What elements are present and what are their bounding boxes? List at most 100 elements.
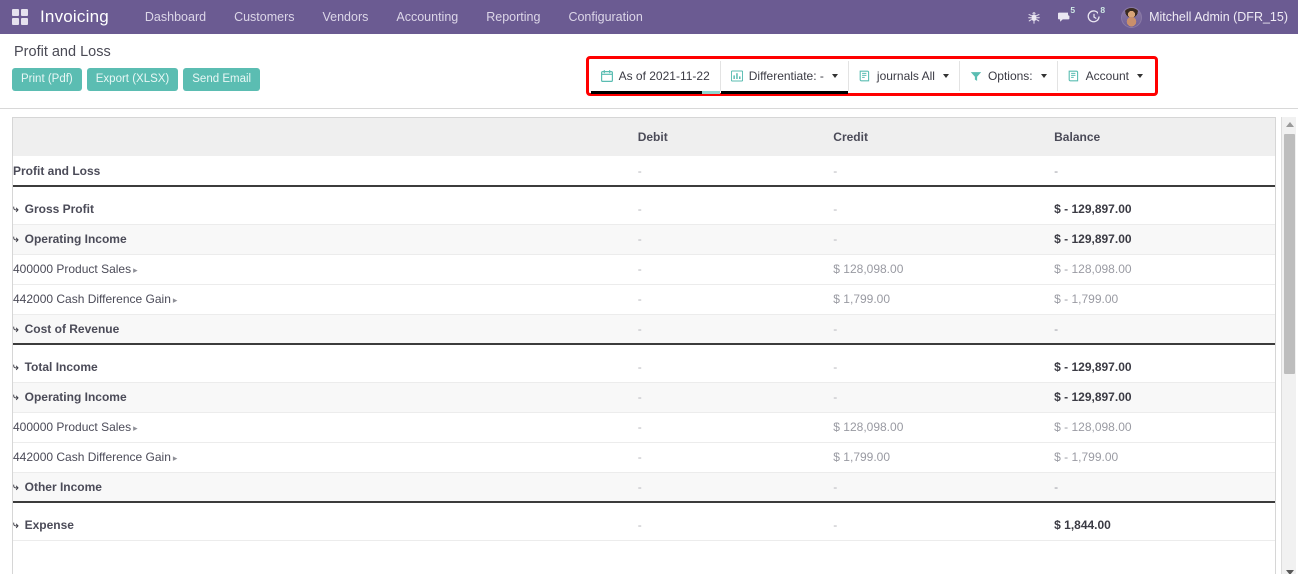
filter-account-label: Account (1086, 69, 1129, 83)
row-label-cell[interactable]: 400000 Product Sales▸ (13, 254, 638, 284)
clock-icon[interactable]: 8 (1079, 5, 1109, 29)
row-label: Gross Profit (25, 202, 94, 216)
row-label: Operating Income (25, 232, 127, 246)
table-row[interactable]: ⤷Gross Profit--$ - 129,897.00 (13, 194, 1275, 224)
balance-value: - (1054, 480, 1058, 494)
messages-icon[interactable]: 5 (1049, 5, 1079, 29)
row-label-cell[interactable]: 442000 Cash Difference Gain▸ (13, 284, 638, 314)
chevron-down-icon (943, 74, 949, 78)
scroll-down-arrow[interactable] (1282, 565, 1297, 574)
report-table-container: Debit Credit Balance Profit and Loss---⤷… (12, 117, 1276, 574)
table-row[interactable]: 400000 Product Sales▸-$ 128,098.00$ - 12… (13, 254, 1275, 284)
table-row[interactable]: Profit and Loss--- (13, 156, 1275, 186)
row-label-cell[interactable]: ⤷ Gross Profit (13, 194, 638, 224)
filter-funnel-icon (970, 71, 982, 82)
fold-toggle-icon[interactable]: ⤷ (13, 362, 19, 373)
credit-cell: $ 1,799.00 (833, 442, 1054, 472)
debit-cell: - (638, 382, 834, 412)
scroll-up-arrow[interactable] (1282, 117, 1297, 132)
table-row[interactable]: ⤷Operating Income--$ - 129,897.00 (13, 224, 1275, 254)
app-brand-invoicing[interactable]: Invoicing (40, 7, 109, 27)
account-expand-icon[interactable]: ▸ (173, 453, 178, 464)
account-expand-icon[interactable]: ▸ (133, 265, 138, 276)
fold-toggle-icon[interactable]: ⤷ (13, 392, 19, 403)
menu-item-reporting[interactable]: Reporting (472, 4, 554, 30)
table-row[interactable]: 442000 Cash Difference Gain▸-$ 1,799.00$… (13, 284, 1275, 314)
row-label: Profit and Loss (13, 164, 100, 178)
menu-item-vendors[interactable]: Vendors (309, 4, 383, 30)
filter-differentiate-label: Differentiate: - (749, 69, 824, 83)
row-label-cell[interactable]: Profit and Loss (13, 156, 638, 186)
row-label-cell[interactable]: ⤷Total Income (13, 352, 638, 382)
table-row[interactable]: ⤷Cost of Revenue--- (13, 314, 1275, 344)
table-row[interactable]: 442000 Cash Difference Gain▸-$ 1,799.00$… (13, 442, 1275, 472)
activities-count-badge: 8 (1098, 5, 1107, 16)
table-row[interactable]: 400000 Product Sales▸-$ 128,098.00$ - 12… (13, 412, 1275, 442)
account-expand-icon[interactable]: ▸ (173, 295, 178, 306)
row-label-cell[interactable]: ⤷ Operating Income (13, 224, 638, 254)
profit-and-loss-table: Debit Credit Balance Profit and Loss---⤷… (13, 118, 1275, 541)
filter-options[interactable]: Options: (960, 61, 1058, 91)
filter-options-label: Options: (988, 69, 1033, 83)
column-header-debit: Debit (638, 118, 834, 156)
apps-grid-icon[interactable] (12, 9, 28, 25)
table-row[interactable]: ⤷Operating Income--$ - 129,897.00 (13, 382, 1275, 412)
debit-cell: - (638, 472, 834, 502)
balance-cell: - (1054, 472, 1275, 502)
balance-value: $ - 129,897.00 (1054, 202, 1131, 216)
table-row[interactable]: ⤷Expense--$ 1,844.00 (13, 510, 1275, 540)
table-row[interactable]: ⤷Other Income--- (13, 472, 1275, 502)
balance-value: $ - 129,897.00 (1054, 390, 1131, 404)
credit-cell: - (833, 382, 1054, 412)
credit-cell: - (833, 352, 1054, 382)
username-label[interactable]: Mitchell Admin (DFR_15) (1149, 10, 1288, 24)
user-avatar[interactable] (1121, 7, 1142, 28)
row-label-cell[interactable]: 400000 Product Sales▸ (13, 412, 638, 442)
filter-journals[interactable]: journals All (849, 61, 960, 91)
row-label-cell[interactable]: ⤷Cost of Revenue (13, 314, 638, 344)
book-icon (859, 70, 871, 82)
fold-toggle-icon[interactable]: ⤷ (13, 204, 19, 215)
navbar-right-tools: 5 8 Mitchell Admin (DFR_15) (1019, 5, 1288, 29)
fold-toggle-icon[interactable]: ⤷ (13, 520, 19, 531)
filter-date-as-of[interactable]: As of 2021-11-22 (591, 61, 721, 91)
export-xlsx-button[interactable]: Export (XLSX) (87, 68, 179, 91)
credit-cell: - (833, 314, 1054, 344)
account-expand-icon[interactable]: ▸ (133, 423, 138, 434)
balance-cell: $ - 128,098.00 (1054, 254, 1275, 284)
row-label: 400000 Product Sales (13, 420, 131, 434)
debit-cell: - (638, 442, 834, 472)
menu-item-dashboard[interactable]: Dashboard (131, 4, 220, 30)
bug-icon[interactable] (1019, 5, 1049, 29)
balance-cell: - (1054, 314, 1275, 344)
row-label-cell[interactable]: ⤷Operating Income (13, 382, 638, 412)
fold-toggle-icon[interactable]: ⤷ (13, 234, 19, 245)
balance-value: $ - 129,897.00 (1054, 360, 1131, 374)
balance-value: - (1054, 322, 1058, 336)
balance-cell: $ - 129,897.00 (1054, 382, 1275, 412)
fold-toggle-icon[interactable]: ⤷ (13, 324, 19, 335)
menu-item-accounting[interactable]: Accounting (382, 4, 472, 30)
send-email-button[interactable]: Send Email (183, 68, 260, 91)
scroll-thumb[interactable] (1284, 134, 1295, 374)
balance-cell: $ - 129,897.00 (1054, 224, 1275, 254)
credit-cell: - (833, 224, 1054, 254)
table-row[interactable]: ⤷Total Income--$ - 129,897.00 (13, 352, 1275, 382)
credit-cell: $ 128,098.00 (833, 254, 1054, 284)
table-row-spacer (13, 344, 1275, 352)
row-label-cell[interactable]: 442000 Cash Difference Gain▸ (13, 442, 638, 472)
menu-item-configuration[interactable]: Configuration (554, 4, 656, 30)
menu-item-customers[interactable]: Customers (220, 4, 308, 30)
row-label-cell[interactable]: ⤷Expense (13, 510, 638, 540)
row-label-cell[interactable]: ⤷Other Income (13, 472, 638, 502)
fold-toggle-icon[interactable]: ⤷ (13, 482, 19, 493)
filter-differentiate[interactable]: Differentiate: - (721, 61, 849, 91)
vertical-scrollbar[interactable] (1281, 117, 1296, 574)
filter-account[interactable]: Account (1058, 61, 1153, 91)
top-navbar: Invoicing Dashboard Customers Vendors Ac… (0, 0, 1298, 34)
row-label: 400000 Product Sales (13, 262, 131, 276)
spacer-cell (13, 186, 1275, 194)
print-pdf-button[interactable]: Print (Pdf) (12, 68, 82, 91)
credit-cell: - (833, 472, 1054, 502)
filter-bar-highlight-box: As of 2021-11-22 Differentiate: - (586, 56, 1158, 96)
